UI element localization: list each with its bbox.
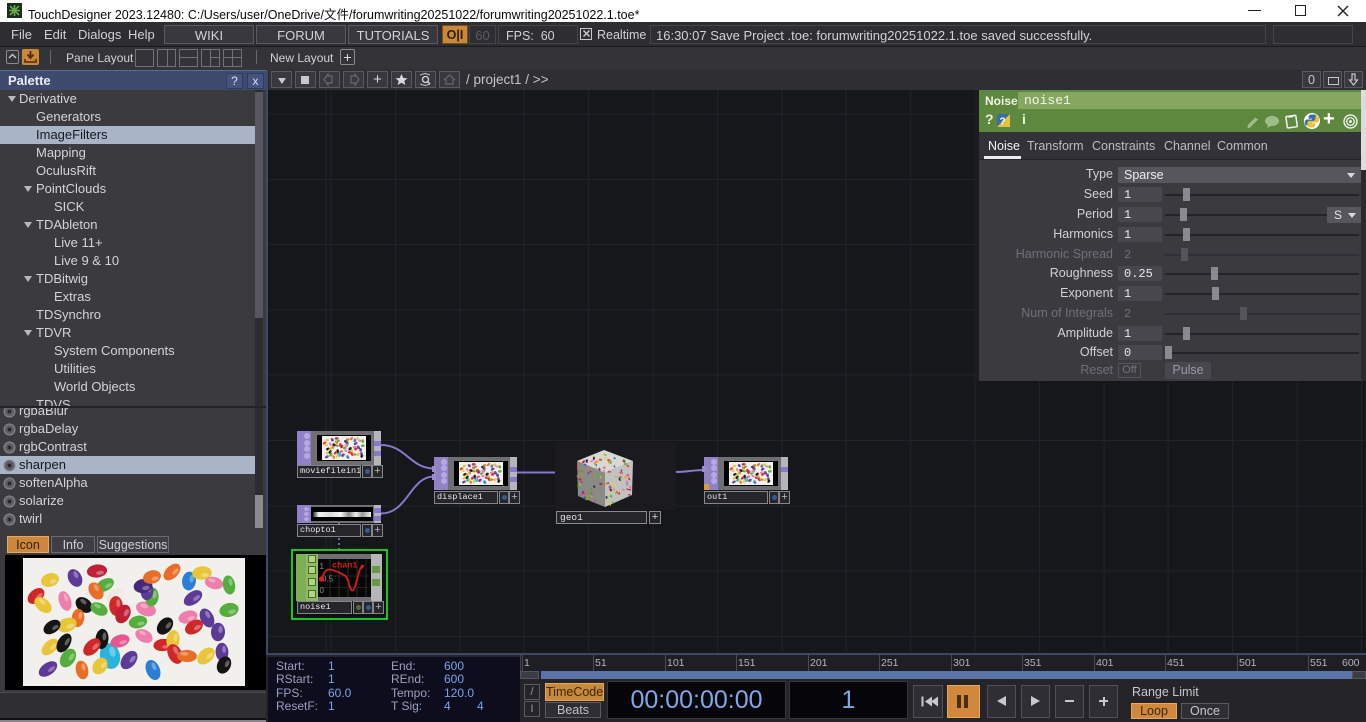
- svg-text:1: 1: [320, 562, 325, 571]
- svg-text:?: ?: [1000, 117, 1006, 128]
- svg-text:chan1: chan1: [332, 561, 358, 571]
- svg-text:0: 0: [320, 586, 325, 595]
